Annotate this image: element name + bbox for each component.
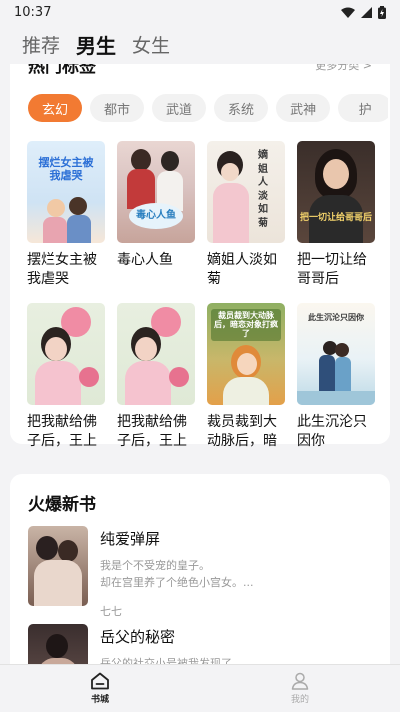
tab-male[interactable]: 男生 [76, 30, 116, 59]
status-bar: 10:37 [0, 0, 400, 24]
more-categories-link[interactable]: 更多分类 > [315, 64, 372, 73]
status-icons [341, 5, 386, 19]
chip-xuanhuan[interactable]: 玄幻 [28, 94, 83, 122]
hot-new-section: 火爆新书 纯爱弹屏 我是个不受宠的皇子。 却在宫里养了个绝色小宫女。... 七七 [10, 474, 390, 664]
cover-title: 毒心人鱼 [136, 210, 176, 221]
hot-tags-section: 热门标签 更多分类 > 玄幻 都市 武道 系统 武神 护 摆烂女主被我虐哭 摆烂… [10, 64, 390, 449]
list-desc-line: 却在宫里养了个绝色小宫女。... [100, 576, 254, 589]
tag-chips: 玄幻 都市 武道 系统 武神 护 [28, 94, 388, 122]
list-desc-line: 我是个不受宠的皇子。 [100, 559, 210, 572]
battery-icon [378, 5, 386, 19]
book-title: 摆烂女主被我虐哭 [27, 252, 97, 287]
book-title: 把一切让给哥哥后 [297, 252, 367, 287]
book-item[interactable]: 此生沉沦只因你 此生沉沦只因你 [297, 303, 375, 451]
list-desc-line: 岳父的社交小号被我发现了。 [100, 657, 243, 664]
book-item[interactable]: 把我献给佛子后，王上疯了 [27, 303, 105, 451]
cover-title: 嫡姐人淡如菊 [258, 150, 268, 229]
chip-wushen[interactable]: 武神 [276, 94, 331, 122]
book-cover [117, 303, 195, 405]
status-time: 10:37 [14, 4, 52, 20]
book-item[interactable]: 毒心人鱼 毒心人鱼 [117, 141, 195, 289]
bottom-nav: 书城 我的 [0, 664, 400, 712]
section-title: 火爆新书 [28, 495, 96, 515]
chip-xitong[interactable]: 系统 [214, 94, 269, 122]
book-item[interactable]: 摆烂女主被我虐哭 摆烂女主被我虐哭 [27, 141, 105, 289]
book-item[interactable]: 嫡姐人淡如菊 嫡姐人淡如菊 [207, 141, 285, 289]
book-cover: 把一切让给哥哥后 [297, 141, 375, 243]
book-cover: 嫡姐人淡如菊 [207, 141, 285, 243]
section-title: 热门标签 [28, 64, 96, 77]
list-title: 岳父的秘密 [100, 628, 176, 646]
signal-icon [361, 6, 372, 18]
book-title: 嫡姐人淡如菊 [207, 252, 277, 287]
bookstore-icon [91, 672, 109, 690]
chip-hu[interactable]: 护 [338, 94, 388, 122]
book-title: 裁员裁到大动脉后，暗恋… [207, 414, 277, 449]
book-grid: 摆烂女主被我虐哭 摆烂女主被我虐哭 毒心人鱼 毒心人鱼 嫡姐人淡如菊 嫡姐人淡如… [27, 141, 379, 451]
list-item[interactable]: 岳父的秘密 岳父的社交小号被我发现了。 [28, 624, 372, 664]
book-cover: 裁员裁到大动脉后，暗恋对象打疯了 [207, 303, 285, 405]
list-desc: 我是个不受宠的皇子。 却在宫里养了个绝色小宫女。... [100, 557, 372, 591]
hot-tags-header: 热门标签 更多分类 > [28, 64, 372, 77]
book-item[interactable]: 把我献给佛子后，王上疯了 [117, 303, 195, 451]
book-cover: 此生沉沦只因你 [297, 303, 375, 405]
book-cover [27, 303, 105, 405]
list-body: 岳父的秘密 岳父的社交小号被我发现了。 [100, 624, 372, 664]
nav-bookstore[interactable]: 书城 [0, 665, 200, 712]
top-tabs: 推荐 男生 女生 [0, 24, 400, 64]
tab-female[interactable]: 女生 [132, 31, 170, 58]
book-title: 毒心人鱼 [117, 252, 173, 268]
book-title: 把我献给佛子后，王上疯了 [117, 414, 187, 449]
nav-label: 我的 [290, 695, 309, 705]
book-item[interactable]: 裁员裁到大动脉后，暗恋对象打疯了 裁员裁到大动脉后，暗恋… [207, 303, 285, 451]
hot-new-header: 火爆新书 [28, 490, 372, 515]
cover-title: 摆烂女主被我虐哭 [38, 156, 94, 182]
book-title: 此生沉沦只因你 [297, 414, 367, 449]
list-cover [28, 526, 88, 606]
list-author: 七七 [100, 605, 122, 618]
nav-label: 书城 [90, 695, 109, 705]
list-cover [28, 624, 88, 664]
book-cover: 摆烂女主被我虐哭 [27, 141, 105, 243]
list-desc: 岳父的社交小号被我发现了。 [100, 655, 372, 664]
chip-wudao[interactable]: 武道 [152, 94, 207, 122]
book-cover: 毒心人鱼 [117, 141, 195, 243]
profile-icon [291, 672, 309, 690]
book-title: 把我献给佛子后，王上疯了 [27, 414, 97, 449]
nav-profile[interactable]: 我的 [200, 665, 400, 712]
scroll-content[interactable]: 热门标签 更多分类 > 玄幻 都市 武道 系统 武神 护 摆烂女主被我虐哭 摆烂… [0, 64, 400, 664]
list-item[interactable]: 纯爱弹屏 我是个不受宠的皇子。 却在宫里养了个绝色小宫女。... 七七 [28, 526, 372, 619]
chip-dushi[interactable]: 都市 [90, 94, 145, 122]
cover-title: 把一切让给哥哥后 [299, 213, 372, 223]
list-body: 纯爱弹屏 我是个不受宠的皇子。 却在宫里养了个绝色小宫女。... 七七 [100, 526, 372, 619]
wifi-icon [341, 7, 355, 18]
tab-recommend[interactable]: 推荐 [22, 31, 60, 58]
list-title: 纯爱弹屏 [100, 530, 161, 548]
book-item[interactable]: 把一切让给哥哥后 把一切让给哥哥后 [297, 141, 375, 289]
cover-title: 裁员裁到大动脉后，暗恋对象打疯了 [211, 309, 281, 341]
cover-title: 此生沉沦只因你 [308, 313, 364, 322]
